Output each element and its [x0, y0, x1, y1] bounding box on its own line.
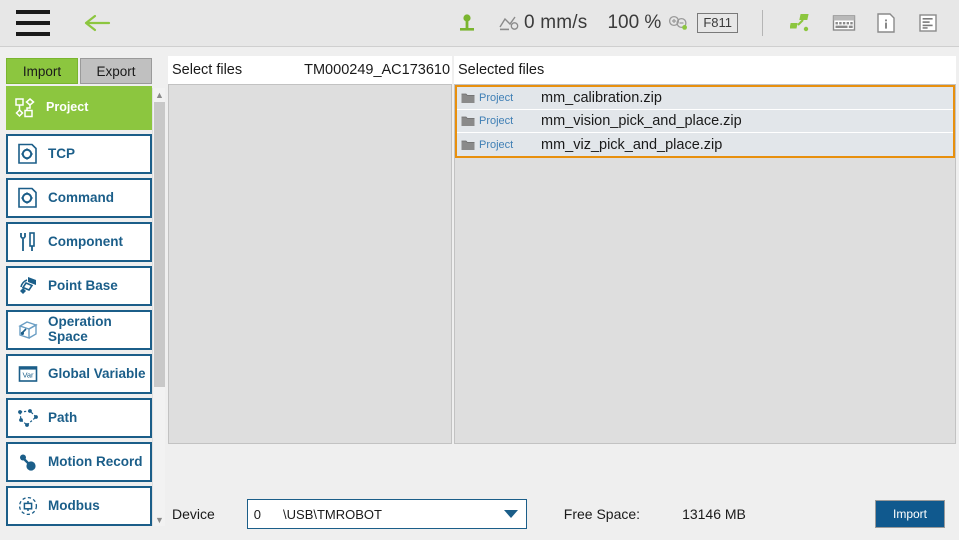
device-path: \USB\TMROBOT	[283, 506, 382, 522]
chevron-down-icon[interactable]	[503, 510, 518, 518]
scrollbar-thumb[interactable]	[154, 102, 165, 387]
sidebar-item-label: Global Variable	[48, 365, 146, 381]
sidebar-item-label: Command	[48, 189, 115, 205]
selected-files-header: Selected files	[454, 56, 956, 84]
zoom-in-out-icon	[667, 14, 689, 32]
import-export-tabs: Import Export	[6, 58, 152, 84]
sidebar-item-label: Project	[46, 100, 89, 115]
sidebar-item-global-variable[interactable]: Var Global Variable	[6, 354, 152, 394]
sidebar-item-label: Point Base	[48, 277, 118, 293]
device-label: Device	[172, 506, 215, 522]
modbus-icon	[8, 494, 48, 518]
command-gear-file-icon	[8, 186, 48, 210]
hamburger-bar	[16, 10, 50, 14]
sidebar-item-component[interactable]: Component	[6, 222, 152, 262]
scroll-down-icon[interactable]: ▼	[153, 513, 166, 526]
selected-files-list: Project mm_calibration.zip Project mm_vi…	[455, 85, 955, 158]
zoom-indicator: 100 % F811	[607, 12, 738, 34]
robot-link-icon[interactable]	[785, 6, 819, 40]
hamburger-bar	[16, 21, 50, 25]
select-files-body[interactable]	[168, 84, 452, 444]
sidebar-item-project[interactable]: Project	[6, 86, 152, 130]
status-indicators: 0 mm/s 100 % F811	[456, 0, 959, 47]
device-index: 0	[253, 506, 262, 522]
speed-indicator: 0 mm/s	[498, 12, 587, 34]
sidebar-item-label: Component	[48, 233, 123, 249]
tab-export[interactable]: Export	[80, 58, 152, 84]
point-base-icon	[8, 274, 48, 298]
toolbar-divider	[762, 10, 763, 36]
sidebar-item-point-base[interactable]: Point Base	[6, 266, 152, 306]
hamburger-bar	[16, 32, 50, 36]
free-space-value: 13146 MB	[682, 506, 746, 522]
device-select[interactable]: 0 \USB\TMROBOT	[246, 499, 527, 529]
sidebar-item-tcp[interactable]: TCP	[6, 134, 152, 174]
select-files-device-name: TM000249_AC173610	[304, 62, 451, 78]
file-type-label: Project	[479, 115, 514, 127]
project-folder-icon	[457, 92, 479, 104]
sidebar-item-label: TCP	[48, 145, 75, 161]
sidebar-item-command[interactable]: Command	[6, 178, 152, 218]
operation-space-icon	[8, 318, 48, 342]
sidebar-item-path[interactable]: Path	[6, 398, 152, 438]
svg-text:Var: Var	[22, 371, 34, 380]
sidebar-item-operation-space[interactable]: Operation Space	[6, 310, 152, 350]
speed-gauge-icon	[498, 13, 520, 33]
file-name-label: mm_vision_pick_and_place.zip	[541, 113, 742, 129]
top-toolbar: 0 mm/s 100 % F811	[0, 0, 959, 47]
import-button[interactable]: Import	[875, 500, 945, 528]
tab-import[interactable]: Import	[6, 58, 78, 84]
function-key-badge[interactable]: F811	[697, 13, 738, 33]
project-folder-icon	[457, 139, 479, 151]
list-item[interactable]: Project mm_viz_pick_and_place.zip	[457, 133, 953, 156]
sidebar-scrollbar[interactable]: ▲ ▼	[152, 88, 165, 526]
free-space-label: Free Space:	[563, 506, 641, 522]
select-files-header: Select files TM000249_AC173610	[168, 56, 452, 84]
scroll-up-icon[interactable]: ▲	[153, 88, 166, 101]
project-folder-icon	[457, 115, 479, 127]
global-variable-icon: Var	[8, 362, 48, 386]
project-node-icon	[6, 96, 46, 120]
sidebar-item-label: Operation Space	[48, 314, 112, 344]
list-item[interactable]: Project mm_vision_pick_and_place.zip	[457, 110, 953, 133]
app-root: 0 mm/s 100 % F811 Import Export Project …	[0, 0, 959, 540]
path-icon	[8, 406, 48, 430]
component-tools-icon	[8, 230, 48, 254]
zoom-value: 100 %	[607, 12, 662, 33]
sidebar-item-label: Path	[48, 409, 78, 425]
file-name-label: mm_calibration.zip	[541, 90, 662, 106]
robot-base-icon	[456, 12, 478, 34]
file-name-label: mm_viz_pick_and_place.zip	[541, 136, 723, 153]
sidebar-nav-list: Project TCP Command Component Point Base…	[6, 86, 165, 526]
list-item[interactable]: Project mm_calibration.zip	[457, 87, 953, 110]
hamburger-menu-icon[interactable]	[16, 10, 50, 36]
info-icon[interactable]	[869, 6, 903, 40]
sidebar-item-modbus[interactable]: Modbus	[6, 486, 152, 526]
selected-files-body: Project mm_calibration.zip Project mm_vi…	[454, 84, 956, 444]
sidebar-nav-items: Project TCP Command Component Point Base…	[6, 86, 152, 526]
keyboard-icon[interactable]	[827, 6, 861, 40]
sidebar-item-motion-record[interactable]: Motion Record	[6, 442, 152, 482]
back-arrow-icon[interactable]	[82, 10, 112, 36]
sidebar-item-label: Motion Record	[48, 453, 143, 469]
selected-files-panel: Selected files Project mm_calibration.zi…	[454, 56, 956, 444]
tcp-gear-file-icon	[8, 142, 48, 166]
left-sidebar: Import Export Project TCP Command Compon…	[0, 48, 165, 540]
log-icon[interactable]	[911, 6, 945, 40]
select-files-panel: Select files TM000249_AC173610	[168, 56, 452, 444]
bottom-bar: Device 0 \USB\TMROBOT Free Space: 13146 …	[168, 488, 959, 540]
motion-record-icon	[8, 450, 48, 474]
file-type-label: Project	[479, 92, 514, 104]
file-type-label: Project	[479, 138, 514, 151]
sidebar-item-label: Modbus	[48, 497, 100, 513]
selected-files-title: Selected files	[458, 62, 545, 78]
select-files-title: Select files	[172, 62, 243, 78]
speed-value: 0 mm/s	[523, 12, 588, 33]
